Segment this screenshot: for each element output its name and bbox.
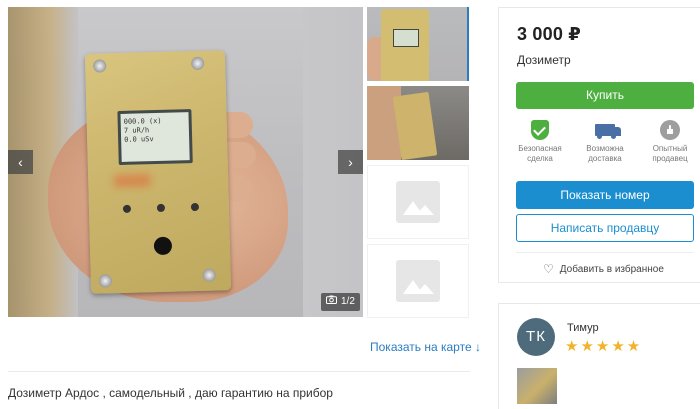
avatar[interactable]: ТК (517, 318, 555, 356)
show-on-map-link[interactable]: Показать на карте ↓ (370, 340, 481, 354)
seller-name[interactable]: Тимур (567, 322, 599, 334)
listing-price: 3 000 ₽ (517, 24, 581, 44)
camera-icon (326, 293, 337, 311)
gallery-next-button[interactable]: › (338, 150, 363, 174)
truck-icon (595, 124, 621, 139)
divider (8, 371, 470, 372)
show-number-button[interactable]: Показать номер (516, 181, 694, 209)
feature-list: Безопасная сделка Возможна доставка Опыт… (509, 119, 700, 164)
listing-card: 3 000 ₽ Дозиметр Купить Безопасная сделк… (498, 7, 700, 283)
main-photo[interactable]: 000.0 (x) 7 uR/h 0.0 uSv (8, 7, 363, 317)
heart-icon: ♡ (543, 262, 554, 276)
listing-title: Дозиметр (517, 53, 571, 67)
seller-item-thumbnail[interactable] (517, 368, 557, 404)
dosimeter-lcd: 000.0 (x) 7 uR/h 0.0 uSv (117, 109, 193, 166)
feature-safe-deal: Безопасная сделка (509, 119, 571, 164)
gallery-prev-button[interactable]: ‹ (8, 150, 33, 174)
thumbnail-1[interactable] (367, 7, 469, 81)
thumbnail-strip (367, 7, 471, 323)
thumbnail-2[interactable] (367, 86, 469, 160)
add-to-favorites-button[interactable]: ♡ Добавить в избранное (543, 262, 664, 276)
experienced-badge-icon (660, 120, 680, 140)
divider (516, 252, 694, 253)
shield-check-icon (531, 120, 549, 140)
photo-counter: 1/2 (321, 293, 360, 311)
seller-rating-stars: ★★★★★ (565, 338, 643, 355)
photo-dosimeter: 000.0 (x) 7 uR/h 0.0 uSv (84, 50, 232, 294)
write-seller-button[interactable]: Написать продавцу (516, 214, 694, 242)
image-placeholder-icon (396, 181, 440, 223)
feature-delivery: Возможна доставка (574, 119, 636, 164)
buy-button[interactable]: Купить (516, 82, 694, 109)
image-placeholder-icon (396, 260, 440, 302)
seller-card: ТК Тимур ★★★★★ (498, 303, 700, 409)
feature-experienced-seller: Опытный продавец (639, 119, 700, 164)
thumbnail-placeholder (367, 244, 469, 318)
thumbnail-placeholder (367, 165, 469, 239)
listing-description: Дозиметр Ардос , самодельный , даю гаран… (8, 386, 333, 400)
